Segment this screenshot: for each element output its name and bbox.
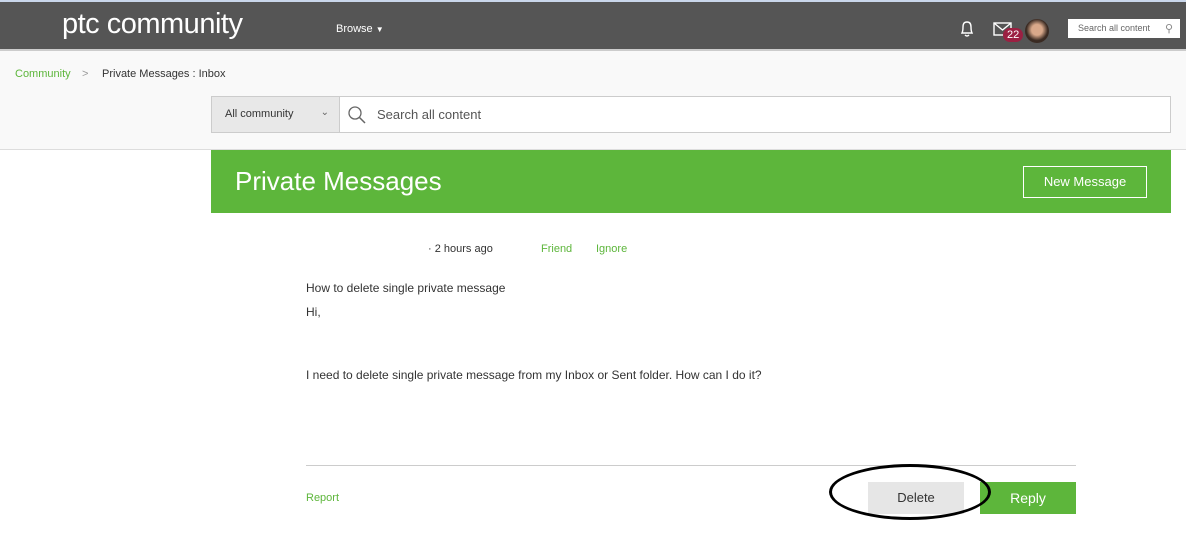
browse-label: Browse [336,23,373,35]
time-text: 2 hours ago [434,243,493,255]
search-input[interactable]: Search all content [339,96,1171,133]
search-placeholder: Search all content [377,107,482,122]
search-scope-select[interactable]: All community ⌄ [211,96,340,133]
search-icon[interactable]: ⚲ [1165,22,1173,35]
message-count-badge: 22 [1003,28,1024,42]
new-message-button[interactable]: New Message [1023,166,1147,198]
breadcrumb-community[interactable]: Community [15,68,71,80]
page-title: Private Messages [235,166,442,196]
message-subject: How to delete single private message [306,281,506,295]
chevron-down-icon: ⌄ [320,107,329,118]
report-link[interactable]: Report [306,492,339,504]
highlight-ellipse-annotation [829,464,991,520]
avatar[interactable] [1025,19,1049,43]
ignore-link[interactable]: Ignore [596,243,627,255]
header-search-input[interactable]: Search all content [1068,19,1180,38]
header-search-placeholder: Search all content [1078,23,1151,33]
scope-label: All community [225,108,294,120]
friend-link[interactable]: Friend [541,243,572,255]
breadcrumb-current: Private Messages : Inbox [102,68,226,80]
reply-button[interactable]: Reply [980,482,1076,514]
bell-icon[interactable] [959,20,975,38]
breadcrumb-separator: > [82,68,89,80]
message-time: · 2 hours ago [428,243,493,255]
message-greeting: Hi, [306,305,321,319]
message-body: I need to delete single private message … [306,368,762,382]
browse-menu[interactable]: Browse ▼ [336,23,384,35]
logo-text: ptc community [62,8,243,40]
ptc-community-logo[interactable]: ptc community [62,8,243,41]
search-icon [348,106,366,124]
caret-down-icon: ▼ [375,25,384,34]
divider [306,465,1076,466]
